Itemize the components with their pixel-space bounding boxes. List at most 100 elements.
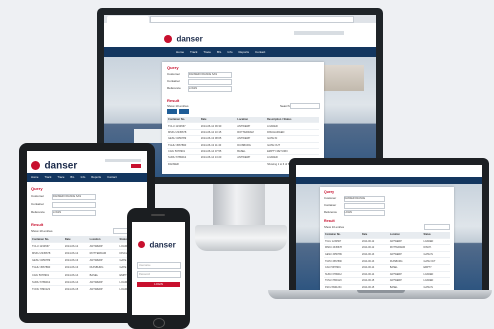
page-size-label[interactable]: Show 10 entries bbox=[167, 104, 189, 108]
tablet-site-header: danser bbox=[27, 151, 147, 173]
form-field[interactable]: LOGIN bbox=[52, 210, 96, 216]
form-field[interactable] bbox=[52, 202, 96, 208]
table-cell: DUISBURG bbox=[88, 263, 119, 272]
monitor-stand-base bbox=[195, 225, 287, 251]
phone-brand-logo[interactable]: danser bbox=[138, 236, 176, 254]
column-header[interactable]: Container No. bbox=[31, 236, 64, 243]
form-row: Reference LOGIN bbox=[167, 86, 287, 93]
table-cell: 2014-06-13 bbox=[361, 250, 389, 258]
address-bar[interactable] bbox=[150, 16, 354, 23]
table-cell: DANSER bbox=[167, 160, 200, 167]
phone: danser Username Password LOGIN bbox=[127, 208, 190, 329]
table-cell: 2014-06-14 bbox=[361, 270, 389, 278]
table-row[interactable]: TCLU 1234567 2014-06-12 ANTWERP LOADED bbox=[324, 237, 450, 245]
phone-home-button[interactable] bbox=[153, 318, 165, 328]
table-cell: SUDU 6789012 bbox=[324, 270, 361, 278]
table-cell: LOADED bbox=[422, 277, 450, 285]
table-row[interactable]: TCNU 7890123 2014-06-15 ANTWERP LOADED bbox=[324, 277, 450, 285]
nav-item[interactable]: Reports bbox=[239, 47, 250, 57]
form-label: Container bbox=[167, 79, 181, 83]
phone-password-field[interactable]: Password bbox=[137, 271, 181, 278]
laptop-search-input[interactable] bbox=[424, 224, 450, 230]
table-cell: 2014-06-13 bbox=[63, 256, 89, 265]
nav-item[interactable]: Home bbox=[176, 47, 184, 57]
print-button[interactable] bbox=[179, 109, 189, 114]
query-title: Query bbox=[167, 65, 179, 70]
form-field[interactable] bbox=[343, 203, 385, 209]
table-cell: TGHU 4567890 bbox=[31, 263, 64, 272]
form-label: Customer bbox=[167, 72, 181, 76]
laptop-query-title: Query bbox=[324, 190, 335, 194]
search-input[interactable] bbox=[290, 103, 320, 109]
table-row[interactable]: MSKU 2345678 2014-06-12 ROTTERDAM DISCH. bbox=[324, 244, 450, 252]
phone-username-field[interactable]: Username bbox=[137, 262, 181, 269]
nav-item[interactable]: Contact bbox=[255, 47, 265, 57]
table-cell: 2014-06-13 bbox=[361, 257, 389, 265]
nav-item[interactable]: Info bbox=[81, 173, 86, 182]
phone-logo-icon bbox=[138, 241, 145, 249]
table-row[interactable]: TGHU 45678902014-06-13DUISBURGGATE OUT bbox=[324, 257, 450, 265]
tablet-logout-button[interactable] bbox=[131, 164, 141, 168]
laptop: Query Customer DANSER FRANCE Container Refe… bbox=[289, 158, 489, 292]
form-label: Reference bbox=[324, 210, 337, 214]
laptop-results-wrap: Container No. Date Location Status TCLU 1234… bbox=[324, 232, 450, 290]
form-row: Customer DANSER FRANCE SAS bbox=[167, 72, 287, 79]
nav-item[interactable]: Info bbox=[227, 47, 232, 57]
laptop-results-table: Container No. Date Location Status TCLU 1234… bbox=[324, 232, 450, 290]
nav-item[interactable]: Trace bbox=[57, 173, 64, 182]
table-cell: 2014-06-12 bbox=[63, 249, 89, 258]
brand-logo[interactable]: danser bbox=[164, 30, 203, 48]
nav-item[interactable]: Track bbox=[190, 47, 197, 57]
form-row: Customer DANSER FRANCE SAS bbox=[31, 194, 141, 202]
table-cell: DISCH. bbox=[422, 244, 450, 252]
form-field[interactable] bbox=[188, 79, 232, 85]
form-field[interactable]: LOGIN bbox=[343, 210, 385, 216]
form-row: Customer DANSER FRANCE bbox=[324, 196, 424, 203]
table-cell: 2014-06-14 bbox=[361, 263, 389, 272]
table-row[interactable]: GESU 3456789 2014-06-13 ANTWERP GATE IN bbox=[324, 250, 450, 258]
laptop-main-nav bbox=[296, 177, 482, 184]
table-cell: GESU 3456789 bbox=[31, 256, 64, 265]
tablet-header-tools[interactable] bbox=[105, 159, 141, 162]
nav-item[interactable]: Contact bbox=[107, 173, 117, 182]
form-label: Customer bbox=[31, 194, 45, 198]
header-tools[interactable] bbox=[294, 31, 344, 35]
tablet-query-title: Query bbox=[31, 186, 43, 191]
table-cell: MSKU 2345678 bbox=[324, 244, 361, 252]
form-row: Reference LOGIN bbox=[324, 210, 424, 217]
nav-item[interactable]: Trace bbox=[203, 47, 211, 57]
tablet-brand-name: danser bbox=[44, 160, 78, 172]
column-header[interactable]: Date bbox=[63, 236, 89, 243]
export-button[interactable] bbox=[167, 109, 177, 114]
table-row[interactable]: CAIU 5678901 2014-06-14 BASEL EMPTY bbox=[324, 263, 450, 272]
nav-item[interactable]: Reports bbox=[91, 173, 101, 182]
phone-login-button[interactable]: LOGIN bbox=[137, 282, 180, 287]
tablet-query-form: Customer DANSER FRANCE SAS Container Refere… bbox=[31, 194, 141, 218]
column-header[interactable]: Location bbox=[88, 236, 119, 243]
table-row[interactable]: SUDU 6789012 2014-06-14 ANTWERP LOADED bbox=[324, 270, 450, 278]
form-field[interactable]: DANSER FRANCE SAS bbox=[188, 72, 232, 78]
table-cell: ANTWERP bbox=[88, 278, 119, 286]
table-cell: ANTWERP bbox=[88, 285, 119, 293]
table-cell: TCLU 1234567 bbox=[31, 242, 64, 250]
form-row: Container bbox=[167, 79, 287, 86]
form-field[interactable]: DANSER FRANCE bbox=[343, 196, 385, 202]
form-field[interactable]: DANSER FRANCE SAS bbox=[52, 194, 96, 200]
nav-item[interactable]: Track bbox=[44, 173, 51, 182]
form-row: Container bbox=[324, 203, 424, 210]
result-title: Result bbox=[167, 98, 180, 103]
table-cell bbox=[236, 160, 267, 167]
phone-screen: danser Username Password LOGIN bbox=[132, 222, 185, 315]
form-field[interactable]: LOGIN bbox=[188, 86, 232, 92]
tablet-page-size-label[interactable]: Show 10 entries bbox=[31, 229, 53, 233]
form-row: Container bbox=[31, 202, 141, 210]
nav-item[interactable]: Home bbox=[31, 173, 38, 182]
table-cell: BASEL bbox=[88, 270, 119, 279]
nav-item[interactable]: B/L bbox=[70, 173, 74, 182]
nav-item[interactable]: B/L bbox=[217, 47, 222, 57]
browser-tab[interactable] bbox=[107, 16, 149, 23]
laptop-page-size-label[interactable]: Show 10 entries bbox=[324, 225, 344, 229]
table-cell: TGHU 4567890 bbox=[324, 257, 361, 265]
table-cell: ANTWERP bbox=[88, 242, 119, 250]
table-cell: 2014-06-15 bbox=[361, 277, 389, 285]
